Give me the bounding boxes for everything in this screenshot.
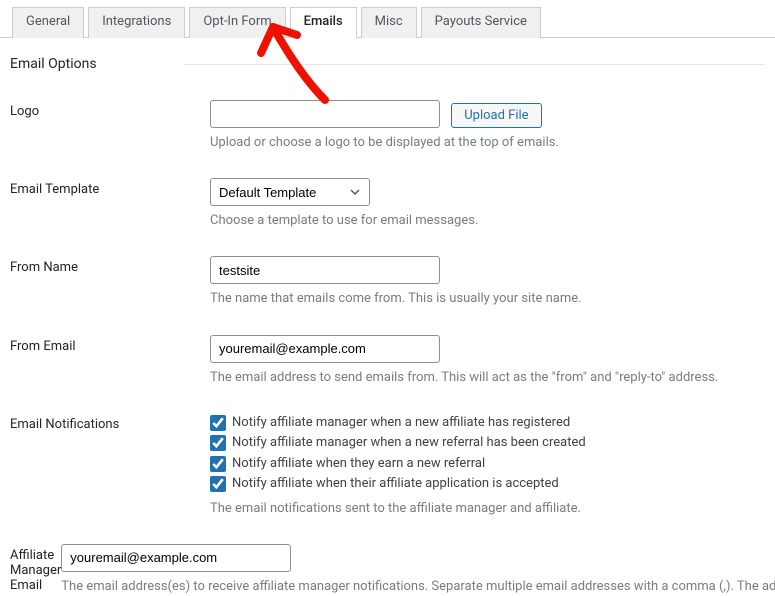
from-email-help: The email address to send emails from. T… (210, 369, 765, 387)
field-from-name: From Name The name that emails come from… (10, 256, 765, 308)
notifications-help: The email notifications sent to the affi… (210, 500, 765, 518)
tab-optin[interactable]: Opt-In Form (189, 7, 285, 38)
template-select[interactable]: Default Template (210, 178, 370, 206)
notify-label-2: Notify affiliate manager when a new refe… (232, 433, 586, 453)
field-manager-email: Affiliate Manager Email The email addres… (10, 544, 765, 596)
from-name-label: From Name (10, 256, 210, 275)
manager-email-label: Affiliate Manager Email (10, 544, 61, 593)
settings-content: Email Options Logo Upload File Upload or… (0, 38, 775, 596)
notify-label-3: Notify affiliate when they earn a new re… (232, 454, 485, 474)
section-divider (185, 64, 765, 65)
tab-general[interactable]: General (12, 7, 84, 38)
from-name-help: The name that emails come from. This is … (210, 290, 765, 308)
logo-input[interactable] (210, 100, 440, 128)
manager-email-input[interactable] (61, 544, 291, 572)
tab-emails[interactable]: Emails (290, 7, 357, 38)
tab-payouts[interactable]: Payouts Service (421, 7, 541, 38)
notify-label-1: Notify affiliate manager when a new affi… (232, 413, 570, 433)
notify-affiliate-accepted-checkbox[interactable] (210, 476, 226, 492)
notify-manager-new-referral-checkbox[interactable] (210, 435, 226, 451)
notifications-label: Email Notifications (10, 413, 210, 432)
tabs-bar: General Integrations Opt-In Form Emails … (0, 0, 775, 38)
manager-email-help: The email address(es) to receive affilia… (61, 578, 775, 596)
upload-file-button[interactable]: Upload File (451, 103, 541, 128)
template-label: Email Template (10, 178, 210, 197)
section-title: Email Options (10, 56, 185, 72)
notify-affiliate-referral-checkbox[interactable] (210, 456, 226, 472)
section-header: Email Options (10, 56, 765, 72)
field-notifications: Email Notifications Notify affiliate man… (10, 413, 765, 518)
notify-manager-new-affiliate-checkbox[interactable] (210, 415, 226, 431)
field-logo: Logo Upload File Upload or choose a logo… (10, 100, 765, 152)
template-help: Choose a template to use for email messa… (210, 212, 765, 230)
logo-help: Upload or choose a logo to be displayed … (210, 134, 765, 152)
field-template: Email Template Default Template Choose a… (10, 178, 765, 230)
field-from-email: From Email The email address to send ema… (10, 335, 765, 387)
from-email-label: From Email (10, 335, 210, 354)
logo-label: Logo (10, 100, 210, 119)
from-name-input[interactable] (210, 256, 440, 284)
notify-label-4: Notify affiliate when their affiliate ap… (232, 474, 559, 494)
tab-integrations[interactable]: Integrations (88, 7, 185, 38)
tab-misc[interactable]: Misc (361, 7, 417, 38)
from-email-input[interactable] (210, 335, 440, 363)
